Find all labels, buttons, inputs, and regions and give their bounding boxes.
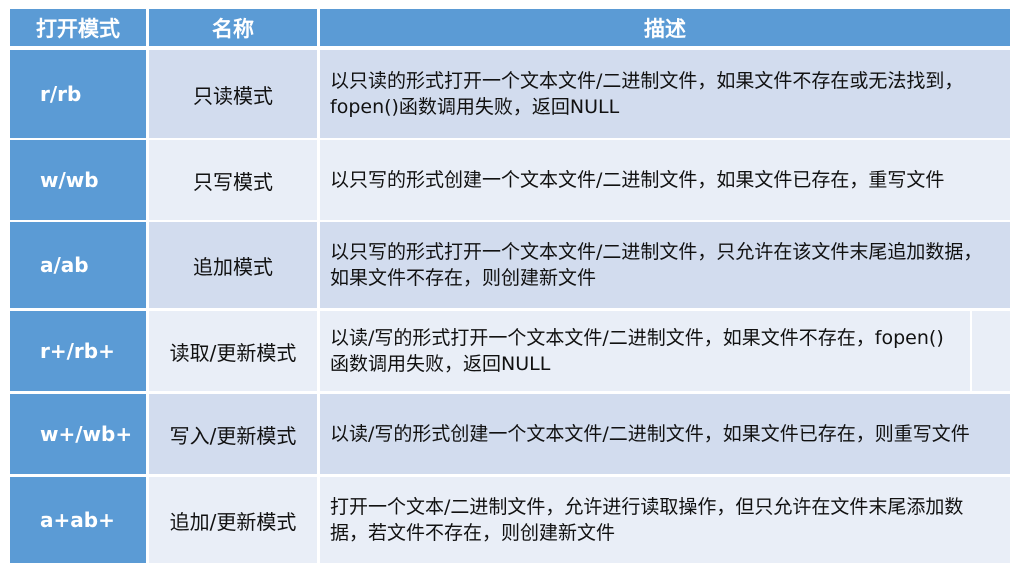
header-name: 名称 [149,9,317,46]
description-cell: 以只写的形式创建一个文本文件/二进制文件，如果文件已存在，重写文件 [320,140,1010,220]
name-cell: 只读模式 [149,50,317,138]
mode-cell: w+/wb+ [10,394,146,474]
table-row: a+ab+ 追加/更新模式 打开一个文本/二进制文件，允许进行读取操作，但只允许… [10,477,1010,563]
name-cell: 追加/更新模式 [149,477,317,563]
description-cell: 打开一个文本/二进制文件，允许进行读取操作，但只允许在文件末尾添加数据，若文件不… [320,477,1010,563]
description-text: 打开一个文本/二进制文件，允许进行读取操作，但只允许在文件末尾添加数据，若文件不… [330,496,964,544]
table-row: r/rb 只读模式 以只读的形式打开一个文本文件/二进制文件，如果文件不存在或无… [10,50,1010,138]
table-row: a/ab 追加模式 以只写的形式打开一个文本文件/二进制文件，只允许在该文件末尾… [10,222,1010,308]
table-row: w+/wb+ 写入/更新模式 以读/写的形式创建一个文本文件/二进制文件，如果文… [10,394,1010,474]
header-open-mode: 打开模式 [10,9,146,46]
description-text: 以只写的形式打开一个文本文件/二进制文件，只允许在该文件末尾追加数据，如果文件不… [330,241,983,289]
name-cell: 读取/更新模式 [149,311,317,391]
description-text: 以只写的形式创建一个文本文件/二进制文件，如果文件已存在，重写文件 [330,169,945,191]
table-row: r+/rb+ 读取/更新模式 以读/写的形式打开一个文本文件/二进制文件，如果文… [10,311,1010,391]
mode-cell: r/rb [10,50,146,138]
name-cell: 追加模式 [149,222,317,308]
description-text: 以读/写的形式创建一个文本文件/二进制文件，如果文件已存在，则重写文件 [330,423,970,445]
name-cell: 只写模式 [149,140,317,220]
description-cell: 以读/写的形式打开一个文本文件/二进制文件，如果文件不存在，fopen()函数调… [320,311,1010,391]
description-cell: 以只写的形式打开一个文本文件/二进制文件，只允许在该文件末尾追加数据，如果文件不… [320,222,1010,308]
table-row: w/wb 只写模式 以只写的形式创建一个文本文件/二进制文件，如果文件已存在，重… [10,140,1010,220]
mode-cell: w/wb [10,140,146,220]
header-description: 描述 [320,9,1010,46]
table-header-row: 打开模式 名称 描述 [10,9,1010,46]
description-cell: 以读/写的形式创建一个文本文件/二进制文件，如果文件已存在，则重写文件 [320,394,1010,474]
description-text: 以只读的形式打开一个文本文件/二进制文件，如果文件不存在或无法找到，fopen(… [330,70,964,118]
cell-divider [970,311,972,391]
description-cell: 以只读的形式打开一个文本文件/二进制文件，如果文件不存在或无法找到，fopen(… [320,50,1010,138]
mode-cell: a/ab [10,222,146,308]
mode-cell: r+/rb+ [10,311,146,391]
mode-cell: a+ab+ [10,477,146,563]
name-cell: 写入/更新模式 [149,394,317,474]
description-text: 以读/写的形式打开一个文本文件/二进制文件，如果文件不存在，fopen()函数调… [330,327,944,375]
